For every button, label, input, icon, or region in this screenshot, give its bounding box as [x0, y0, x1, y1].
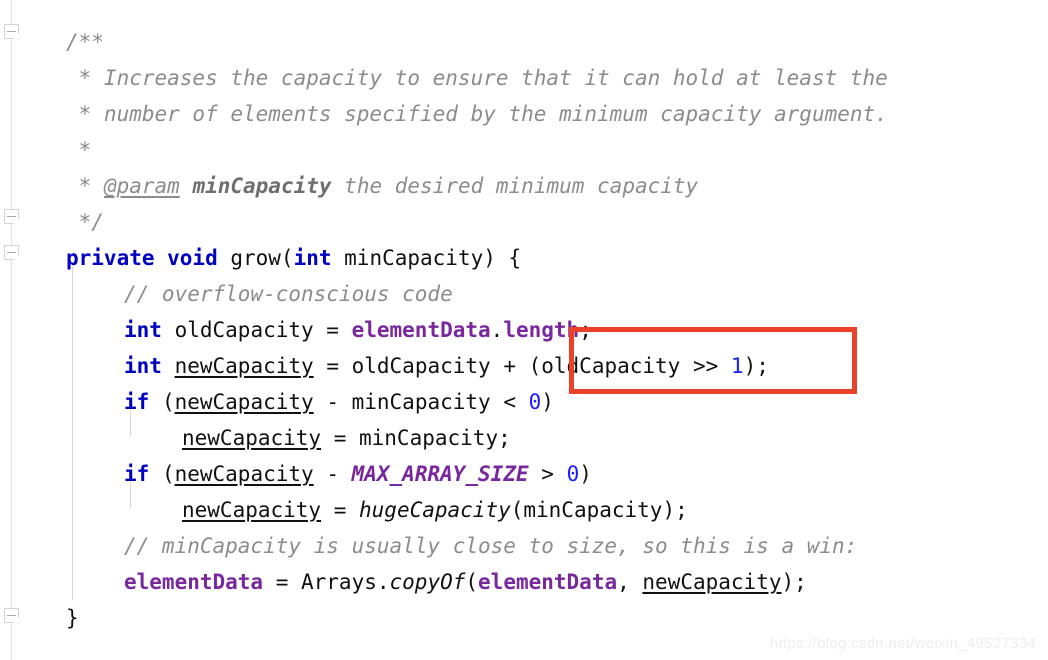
code-editor[interactable]: /** * Increases the capacity to ensure t… — [0, 0, 1048, 660]
line-javadoc-text-1[interactable]: * Increases the capacity to ensure that … — [66, 60, 888, 96]
line-javadoc-param-token-0: * — [66, 174, 104, 198]
line-method-signature-token-3: minCapacity) { — [331, 246, 522, 270]
line-javadoc-param[interactable]: * @param minCapacity the desired minimum… — [66, 168, 699, 204]
fold-method-end-icon[interactable] — [4, 608, 19, 623]
line-javadoc-param-token-3: minCapacity — [192, 174, 332, 198]
line-if-min-capacity-token-1: ( — [149, 390, 175, 414]
line-new-capacity-shift-token-3: = oldCapacity + (oldCapacity >> — [313, 354, 731, 378]
line-if-min-capacity-token-5: ) — [541, 390, 554, 414]
line-if-max-array-size-token-6: 0 — [566, 462, 580, 486]
line-assign-min-capacity[interactable]: newCapacity = minCapacity; — [182, 420, 511, 456]
line-assign-min-capacity-token-1: = minCapacity; — [321, 426, 511, 450]
line-if-min-capacity-token-0: if — [124, 390, 150, 414]
line-arrays-copyof-token-6: newCapacity — [642, 570, 782, 594]
line-new-capacity-shift-token-0: int — [124, 354, 162, 378]
line-javadoc-param-token-2 — [180, 174, 193, 198]
line-if-max-array-size-token-0: if — [124, 462, 150, 486]
line-if-max-array-size-token-1: ( — [149, 462, 175, 486]
line-if-max-array-size-token-5: > — [528, 462, 567, 486]
line-if-max-array-size-token-4: MAX_ARRAY_SIZE — [351, 462, 529, 486]
line-if-min-capacity-token-3: - minCapacity < — [313, 390, 529, 414]
line-javadoc-text-1-token-0: * Increases the capacity to ensure that … — [66, 66, 888, 90]
fold-javadoc-icon[interactable] — [4, 24, 19, 39]
line-if-min-capacity-token-2: newCapacity — [174, 390, 314, 414]
line-arrays-copyof-token-7: ); — [781, 570, 807, 594]
line-javadoc-open[interactable]: /** — [66, 24, 104, 60]
line-if-min-capacity[interactable]: if (newCapacity - minCapacity < 0) — [124, 384, 554, 420]
line-if-max-array-size-token-2: newCapacity — [174, 462, 314, 486]
line-new-capacity-shift-token-1 — [162, 354, 175, 378]
line-javadoc-text-2[interactable]: * number of elements specified by the mi… — [66, 96, 888, 132]
line-javadoc-param-token-1: @param — [103, 174, 180, 198]
line-javadoc-text-2-token-0: * number of elements specified by the mi… — [66, 102, 888, 126]
line-method-close-brace[interactable]: } — [66, 600, 79, 636]
line-new-capacity-shift-token-4: 1 — [730, 354, 744, 378]
line-assign-min-capacity-token-0: newCapacity — [182, 426, 322, 450]
line-javadoc-close-token-0: */ — [66, 210, 104, 234]
line-comment-win-token-0: // minCapacity is usually close to size,… — [124, 534, 858, 558]
line-javadoc-close[interactable]: */ — [66, 204, 104, 240]
line-method-signature-token-0: private void — [66, 246, 218, 270]
line-assign-huge-capacity-token-1: = — [321, 498, 360, 522]
line-javadoc-blank-token-0: * — [66, 138, 92, 162]
line-assign-huge-capacity[interactable]: newCapacity = hugeCapacity(minCapacity); — [182, 492, 688, 528]
line-comment-overflow[interactable]: // overflow-conscious code — [124, 276, 453, 312]
line-javadoc-blank[interactable]: * — [66, 132, 92, 168]
line-arrays-copyof-token-3: ( — [465, 570, 479, 594]
line-new-capacity-shift-token-2: newCapacity — [174, 354, 314, 378]
line-old-capacity-token-1: oldCapacity = — [161, 318, 352, 342]
line-if-max-array-size-token-3: - — [313, 462, 352, 486]
line-old-capacity[interactable]: int oldCapacity = elementData.length; — [124, 312, 592, 348]
line-old-capacity-token-2: elementData — [351, 318, 491, 342]
line-assign-huge-capacity-token-0: newCapacity — [182, 498, 322, 522]
editor-gutter — [0, 0, 26, 660]
gutter-divider — [11, 0, 12, 660]
line-old-capacity-token-0: int — [124, 318, 162, 342]
line-comment-overflow-token-0: // overflow-conscious code — [124, 282, 453, 306]
line-javadoc-open-token-0: /** — [66, 30, 104, 54]
fold-method-body-icon[interactable] — [4, 245, 19, 260]
fold-method-signature-upper-icon[interactable] — [4, 209, 19, 224]
line-old-capacity-token-4: length — [503, 318, 580, 342]
line-arrays-copyof-token-0: elementData — [124, 570, 264, 594]
code-content[interactable]: /** * Increases the capacity to ensure t… — [26, 0, 1048, 660]
line-assign-huge-capacity-token-3: (minCapacity); — [510, 498, 688, 522]
line-assign-huge-capacity-token-2: hugeCapacity — [359, 498, 511, 522]
watermark: https://blog.csdn.net/weixin_49527334 — [769, 635, 1036, 652]
line-new-capacity-shift[interactable]: int newCapacity = oldCapacity + (oldCapa… — [124, 348, 769, 384]
line-arrays-copyof-token-1: = Arrays. — [263, 570, 390, 594]
line-old-capacity-token-5: ; — [579, 318, 592, 342]
indent-guide-method-body — [72, 266, 73, 600]
line-arrays-copyof-token-4: elementData — [478, 570, 618, 594]
line-if-max-array-size-token-7: ) — [579, 462, 592, 486]
line-arrays-copyof-token-5: , — [617, 570, 643, 594]
line-old-capacity-token-3: . — [490, 318, 504, 342]
line-if-min-capacity-token-4: 0 — [528, 390, 542, 414]
line-method-signature-token-2: int — [293, 246, 332, 270]
line-arrays-copyof-token-2: copyOf — [389, 570, 466, 594]
line-if-max-array-size[interactable]: if (newCapacity - MAX_ARRAY_SIZE > 0) — [124, 456, 592, 492]
line-comment-win[interactable]: // minCapacity is usually close to size,… — [124, 528, 857, 564]
line-new-capacity-shift-token-5: ); — [743, 354, 769, 378]
line-method-close-brace-token-0: } — [66, 606, 79, 630]
line-javadoc-param-token-4: the desired minimum capacity — [331, 174, 699, 198]
line-arrays-copyof[interactable]: elementData = Arrays.copyOf(elementData,… — [124, 564, 807, 600]
line-method-signature-token-1: grow( — [217, 246, 294, 270]
line-method-signature[interactable]: private void grow(int minCapacity) { — [66, 240, 521, 276]
